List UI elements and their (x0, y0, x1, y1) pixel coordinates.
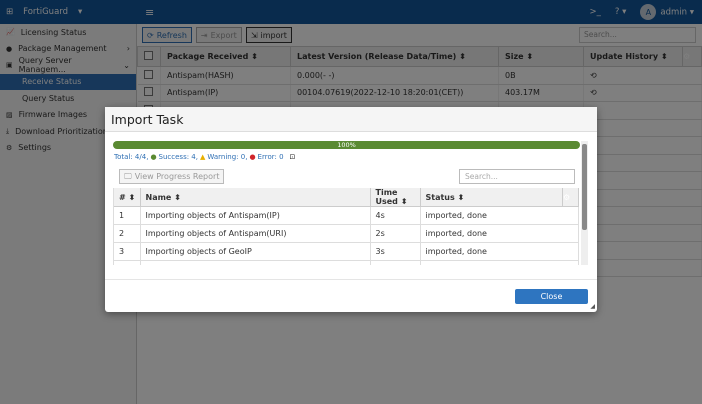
gear-icon[interactable]: ⚙ (562, 188, 579, 207)
monitor-icon: 🖵 (124, 171, 132, 181)
cell: Importing objects of GeoIP (140, 242, 371, 261)
total-count: Total: 4/4, (114, 153, 149, 161)
task-table: # ⬍ Name ⬍ Time Used ⬍ Status ⬍ ⚙ 1 Impor… (114, 188, 579, 265)
collapse-icon[interactable]: ⊡ (290, 153, 296, 161)
cell (114, 260, 141, 265)
cell: Importing objects of Antispam(IP) (140, 206, 371, 225)
task-row[interactable]: 2 Importing objects of Antispam(URI) 2s imp… (114, 224, 579, 243)
cell: imported, done (420, 242, 579, 261)
success-count: Success: 4, (158, 153, 198, 161)
task-row[interactable]: 3 Importing objects of GeoIP 3s imported, d… (114, 242, 579, 261)
cell: 4s (370, 206, 421, 225)
check-circle-icon: ● (150, 153, 157, 161)
col-time[interactable]: Time Used ⬍ (370, 188, 421, 207)
view-report-label: View Progress Report (134, 172, 220, 181)
cell: 2s (370, 224, 421, 243)
scrollbar[interactable] (581, 141, 588, 265)
cell: 3 (114, 242, 141, 261)
col-name[interactable]: Name ⬍ (140, 188, 371, 207)
progress-bar: 100% (113, 141, 580, 149)
close-button[interactable]: Close (515, 289, 588, 304)
col-num[interactable]: # ⬍ (114, 188, 141, 207)
view-progress-report-button[interactable]: 🖵 View Progress Report (119, 169, 225, 184)
dialog-footer-divider (105, 279, 597, 280)
summary: Total: 4/4, ● Success: 4, ▲ Warning: 0, ● E… (114, 153, 295, 161)
cell: Importing objects of Antispam(URI) (140, 224, 371, 243)
error-count: Error: 0 (257, 153, 284, 161)
task-row[interactable]: 1 Importing objects of Antispam(IP) 4s impo… (114, 206, 579, 225)
col-status[interactable]: Status ⬍ (420, 188, 563, 207)
resize-grip-icon[interactable]: ◢ (590, 303, 595, 310)
warning-count: Warning: 0, (207, 153, 248, 161)
task-row[interactable] (114, 260, 579, 265)
cell: imported, done (420, 224, 579, 243)
warning-icon: ▲ (200, 153, 206, 161)
dialog-search-input[interactable]: Search... (459, 169, 575, 184)
cell: 2 (114, 224, 141, 243)
cell: 1 (114, 206, 141, 225)
cell: imported, done (420, 206, 579, 225)
cell (370, 260, 421, 265)
cell (420, 260, 579, 265)
task-table-wrap: # ⬍ Name ⬍ Time Used ⬍ Status ⬍ ⚙ 1 Impor… (113, 188, 579, 265)
import-task-dialog: Import Task 100% Total: 4/4, ● Success: 4… (105, 107, 597, 312)
cell: 3s (370, 242, 421, 261)
error-icon: ● (249, 153, 256, 161)
cell (140, 260, 371, 265)
dialog-title: Import Task (105, 107, 597, 132)
